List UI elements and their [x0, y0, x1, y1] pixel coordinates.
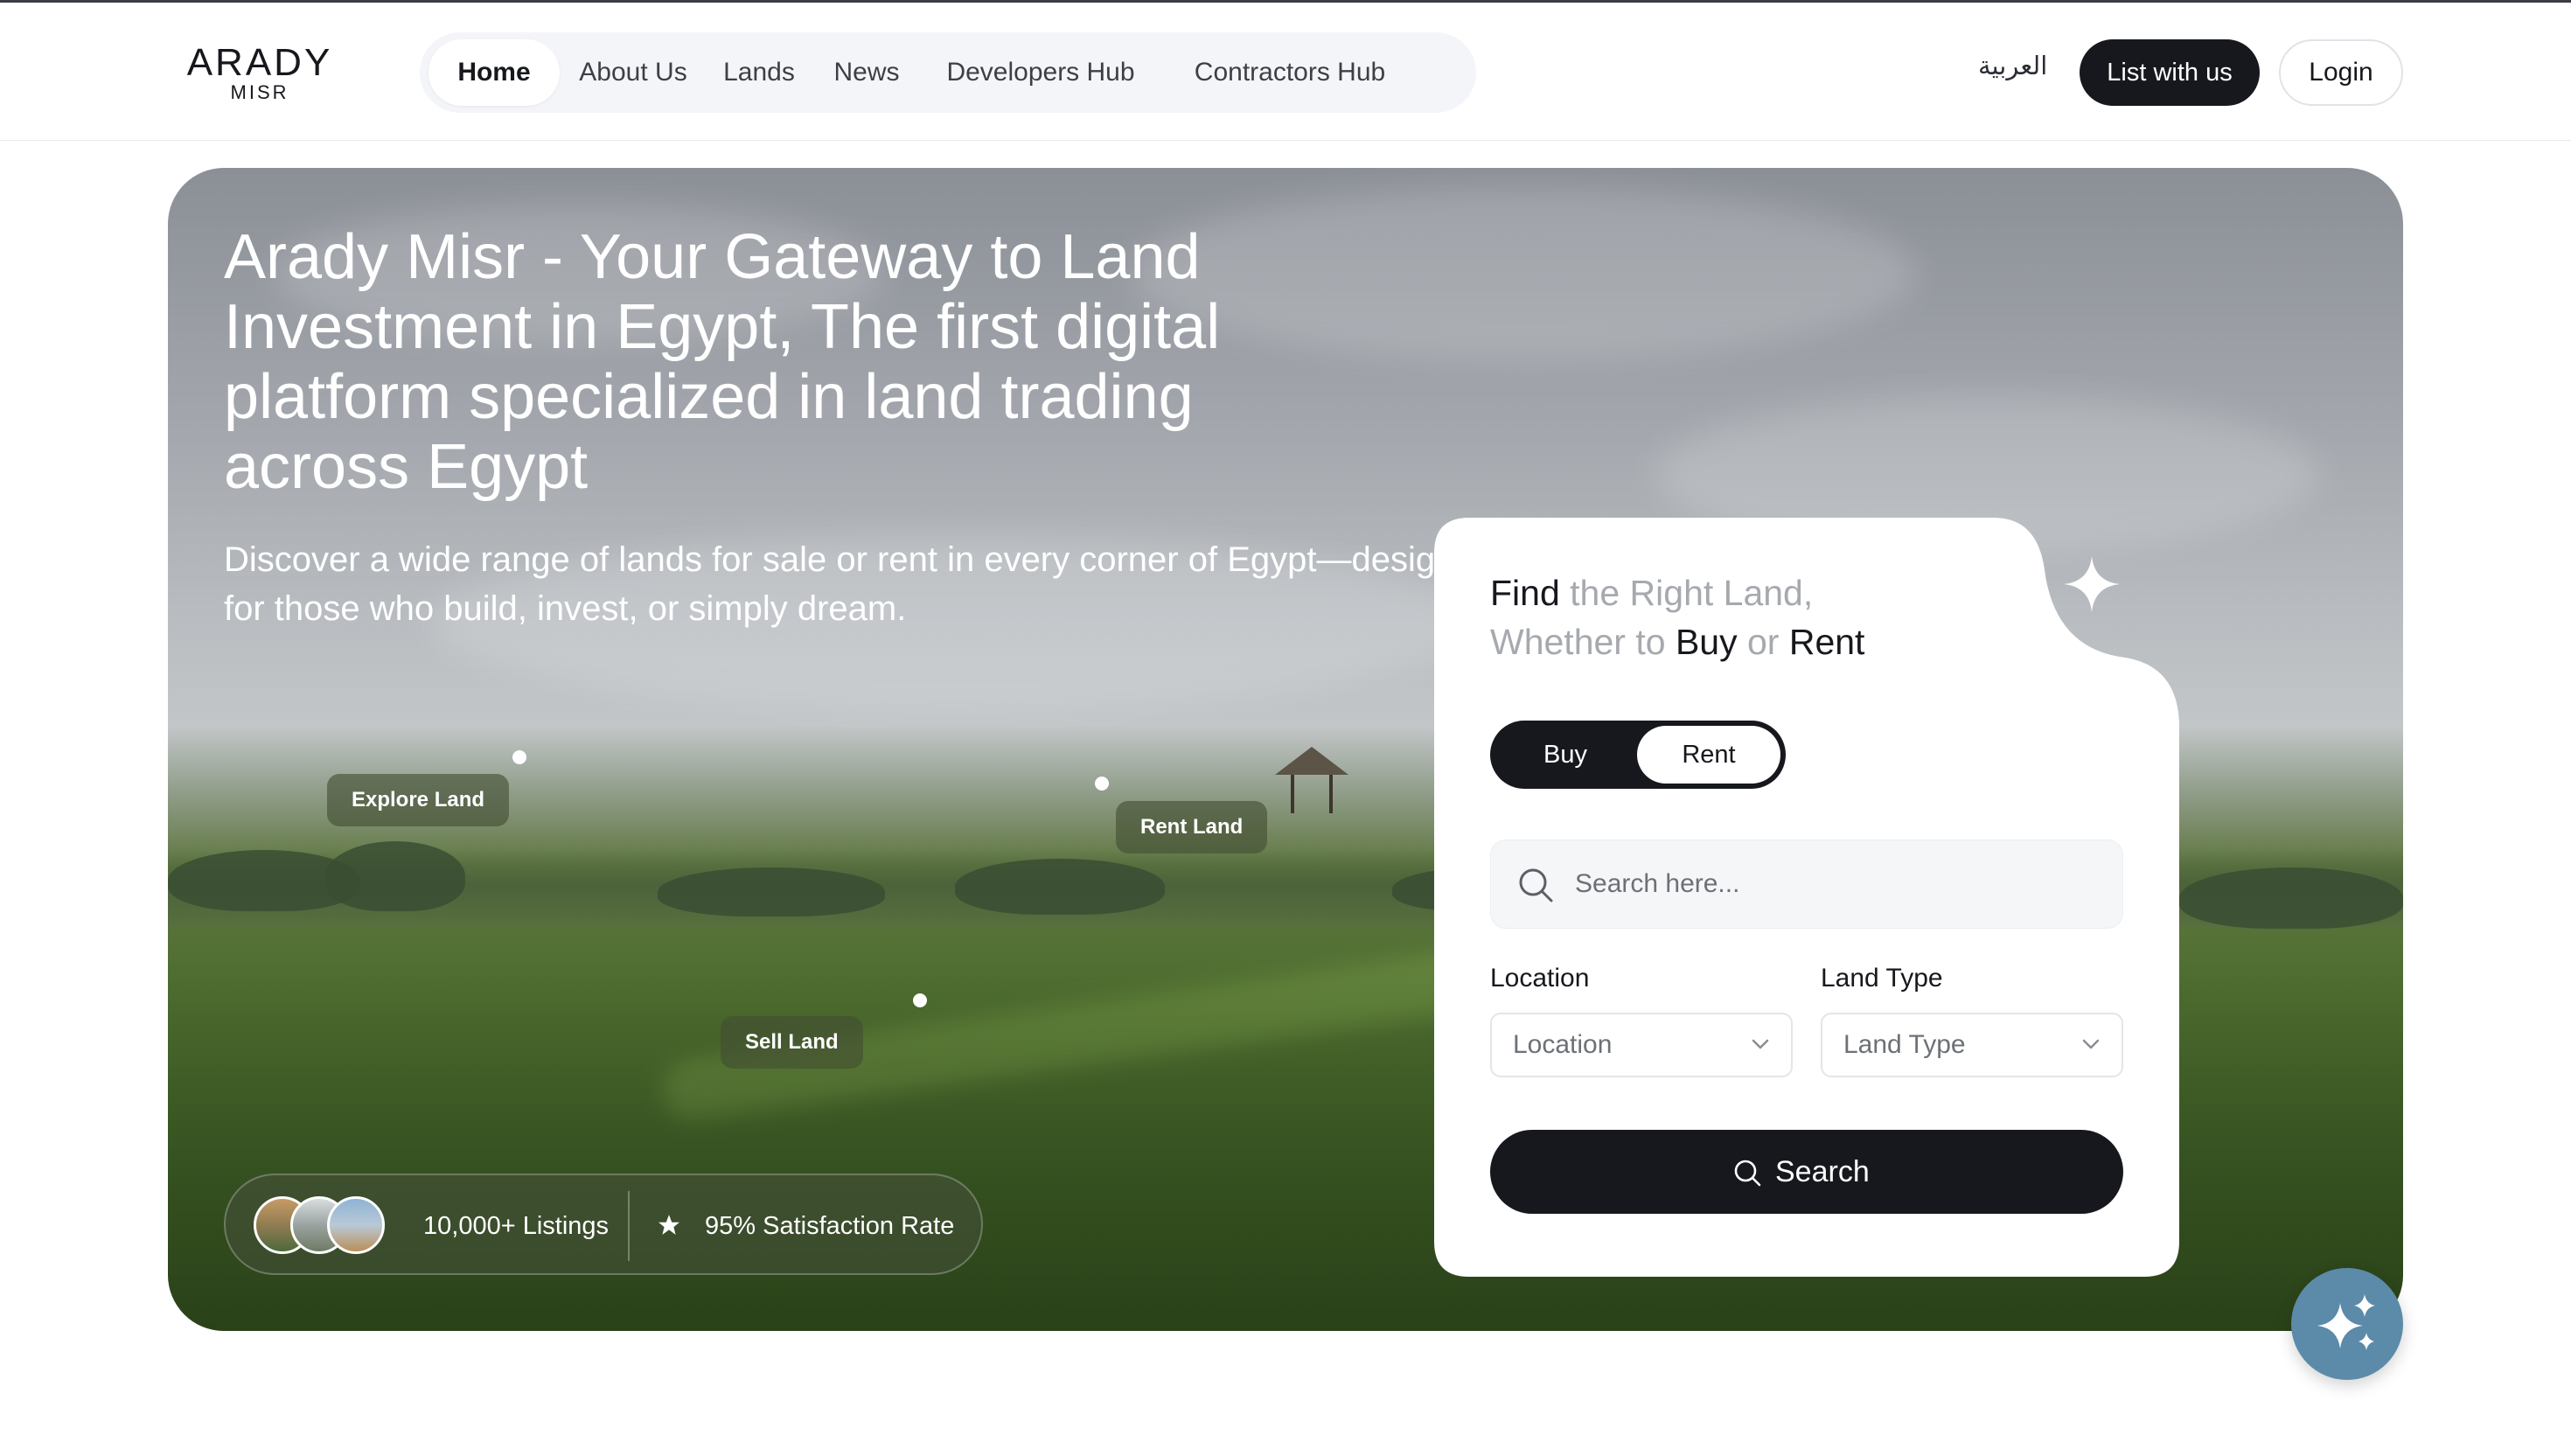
search-button-label: Search: [1775, 1155, 1870, 1188]
login-button[interactable]: Login: [2279, 39, 2403, 106]
ai-sparkles-icon: [2317, 1294, 2375, 1350]
location-label: Location: [1490, 964, 1590, 993]
site-header: ARADY MISR Home About Us Lands News Deve…: [0, 3, 2571, 141]
language-switch[interactable]: العربية: [1978, 51, 2047, 80]
chevron-down-icon: [2082, 1039, 2100, 1049]
brand-name: ARADY: [186, 41, 333, 84]
search-icon: [1519, 868, 1553, 902]
location-select-value: Location: [1513, 1030, 1613, 1059]
nav-item-about-us[interactable]: About Us: [568, 39, 698, 106]
search-card: Find the Right Land, Whether to Buy or R…: [1434, 518, 2179, 1277]
search-field: [1490, 839, 2123, 929]
toggle-buy[interactable]: Buy: [1495, 726, 1635, 784]
listings-count: 10,000+ Listings: [423, 1212, 610, 1240]
sparkle-icon: [2064, 556, 2120, 612]
tree: [2179, 867, 2403, 929]
land-type-select[interactable]: Land Type: [1821, 1013, 2123, 1077]
nav-item-home[interactable]: Home: [428, 39, 560, 106]
search-input[interactable]: [1575, 840, 2100, 928]
title-find: Find: [1490, 573, 1560, 613]
rent-land-pin[interactable]: Rent Land: [1116, 801, 1268, 853]
main-nav: Home About Us Lands News Developers Hub …: [420, 32, 1476, 113]
tree: [325, 841, 465, 911]
land-type-label: Land Type: [1821, 964, 1943, 993]
nav-item-developers-hub[interactable]: Developers Hub: [925, 39, 1156, 106]
star-icon: [658, 1215, 679, 1235]
sell-land-pin[interactable]: Sell Land: [721, 1016, 863, 1069]
tree: [955, 859, 1165, 915]
stats-bar: 10,000+ Listings 95% Satisfaction Rate: [224, 1174, 983, 1275]
hero-title: Arady Misr - Your Gateway to Land Invest…: [224, 222, 1221, 502]
buy-rent-toggle: Buy Rent: [1490, 721, 1786, 789]
ai-assistant-button[interactable]: [2291, 1268, 2403, 1380]
hero-subtitle: Discover a wide range of lands for sale …: [224, 540, 1494, 628]
title-buy: Buy: [1675, 622, 1738, 662]
brand-sub: MISR: [230, 81, 289, 103]
nav-item-contractors-hub[interactable]: Contractors Hub: [1163, 39, 1417, 106]
tree: [658, 867, 885, 916]
nav-item-lands[interactable]: Lands: [708, 39, 810, 106]
toggle-rent[interactable]: Rent: [1637, 726, 1780, 784]
brand-logo[interactable]: ARADY MISR: [168, 41, 352, 103]
stats-divider: [628, 1191, 630, 1261]
map-pin-dot: [913, 993, 927, 1007]
search-button[interactable]: Search: [1490, 1130, 2123, 1214]
title-right-land: the Right Land,: [1559, 573, 1814, 613]
map-pin-dot: [512, 750, 526, 764]
nav-item-news[interactable]: News: [820, 39, 913, 106]
search-card-title: Find the Right Land, Whether to Buy or R…: [1490, 568, 1980, 666]
map-pin-dot: [1095, 777, 1109, 791]
location-select[interactable]: Location: [1490, 1013, 1793, 1077]
list-with-us-button[interactable]: List with us: [2080, 39, 2260, 106]
satisfaction-rate: 95% Satisfaction Rate: [705, 1212, 955, 1240]
title-whether: Whether to: [1490, 622, 1676, 662]
explore-land-pin[interactable]: Explore Land: [327, 774, 510, 826]
land-type-select-value: Land Type: [1843, 1030, 1966, 1059]
avatar: [327, 1196, 385, 1254]
search-icon: [1734, 1160, 1761, 1187]
title-rent: Rent: [1788, 622, 1865, 662]
title-or: or: [1737, 622, 1789, 662]
hut-icon: [1275, 747, 1348, 813]
chevron-down-icon: [1752, 1039, 1769, 1049]
